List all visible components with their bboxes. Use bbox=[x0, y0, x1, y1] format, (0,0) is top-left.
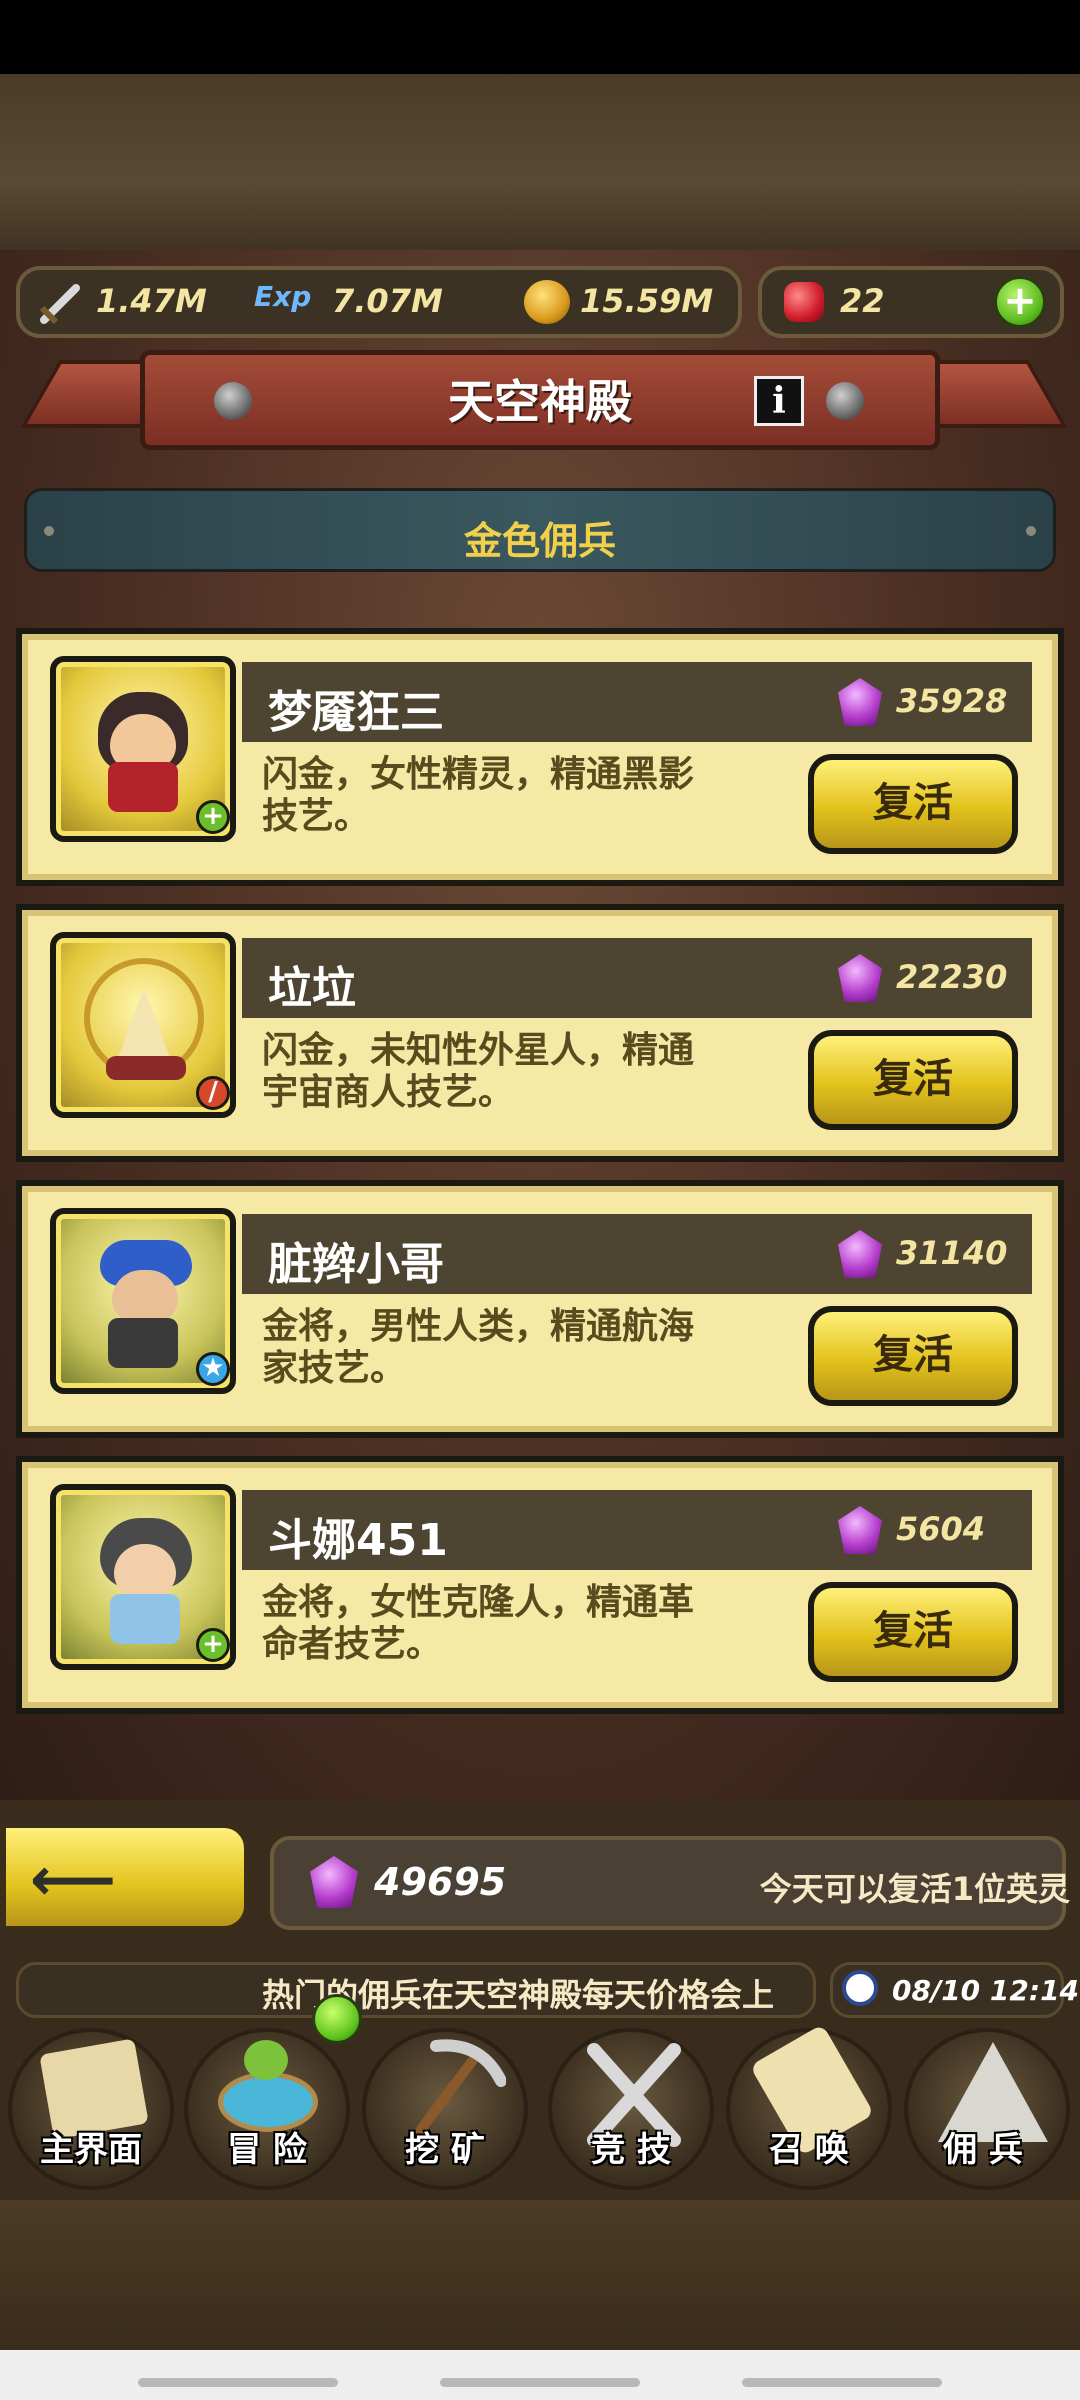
revive-button[interactable]: 复活 bbox=[808, 1306, 1018, 1406]
mercenary-name: 梦魇狂三 bbox=[268, 687, 444, 738]
mercenary-description: 闪金，未知性外星人，精通 宇宙商人技艺。 bbox=[262, 1030, 782, 1114]
description-line: 技艺。 bbox=[262, 796, 371, 837]
description-line: 宇宙商人技艺。 bbox=[262, 1072, 515, 1113]
mercenary-card: / 垃垃 22230 闪金，未知性外星人，精通 宇宙商人技艺。 复活 bbox=[16, 904, 1064, 1162]
banner-bolt-right bbox=[826, 382, 864, 420]
mercenary-name: 垃垃 bbox=[268, 963, 356, 1014]
add-ruby-button[interactable]: + bbox=[994, 276, 1046, 328]
tab-label: 竞 技 bbox=[591, 2130, 671, 2170]
clock-time: 08/10 12:14 bbox=[892, 1974, 1080, 2007]
description-line: 闪金，女性精灵，精通黑影 bbox=[262, 754, 695, 795]
nav-recents-pill[interactable] bbox=[742, 2378, 942, 2387]
sword-badge-icon: / bbox=[196, 1076, 230, 1110]
description-line: 金将，男性人类，精通航海 bbox=[262, 1306, 695, 1347]
star-badge-icon: ★ bbox=[196, 1352, 230, 1386]
clock-icon bbox=[842, 1970, 878, 2006]
sword-icon bbox=[39, 284, 80, 325]
exp-icon: Exp bbox=[254, 280, 312, 313]
ruby-icon bbox=[784, 282, 824, 322]
description-line: 家技艺。 bbox=[262, 1348, 407, 1389]
back-arrow-icon: ⟵ bbox=[30, 1845, 117, 1915]
mercenary-price: 22230 bbox=[896, 958, 1008, 996]
character-body bbox=[108, 1318, 178, 1368]
attack-value: 1.47M bbox=[96, 282, 207, 320]
tab-label: 冒 险 bbox=[227, 2130, 307, 2170]
palm-leaves bbox=[244, 2040, 288, 2080]
tab-label: 主界面 bbox=[40, 2130, 142, 2170]
revive-button[interactable]: 复活 bbox=[808, 754, 1018, 854]
revive-button[interactable]: 复活 bbox=[808, 1582, 1018, 1682]
bottom-background bbox=[0, 2200, 1080, 2350]
gold-coin-icon bbox=[524, 280, 570, 324]
description-line: 命者技艺。 bbox=[262, 1624, 443, 1665]
character-body bbox=[108, 762, 178, 812]
category-bar-dot-right bbox=[1026, 526, 1036, 536]
status-bar bbox=[0, 0, 1080, 74]
character-face bbox=[112, 1270, 178, 1322]
character-base bbox=[106, 1056, 186, 1080]
mercenary-description: 金将，男性人类，精通航海 家技艺。 bbox=[262, 1306, 782, 1390]
daily-revive-note: 今天可以复活1位英灵 bbox=[759, 1870, 1070, 1908]
tab-label: 召 唤 bbox=[769, 2130, 849, 2170]
ruby-value: 22 bbox=[840, 282, 885, 320]
mercenary-card: + 梦魇狂三 35928 闪金，女性精灵，精通黑影 技艺。 复活 bbox=[16, 628, 1064, 886]
plus-badge-icon: + bbox=[196, 800, 230, 834]
mercenary-price: 5604 bbox=[896, 1510, 986, 1548]
tab-label: 佣 兵 bbox=[943, 2130, 1023, 2170]
description-line: 金将，女性克隆人，精通革 bbox=[262, 1582, 695, 1623]
banner-bolt-left bbox=[214, 382, 252, 420]
plus-badge-icon: + bbox=[196, 1628, 230, 1662]
gold-value: 15.59M bbox=[580, 282, 714, 320]
mercenary-description: 金将，女性克隆人，精通革 命者技艺。 bbox=[262, 1582, 782, 1666]
nav-back-pill[interactable] bbox=[138, 2378, 338, 2387]
mercenary-card: + 斗娜451 5604 金将，女性克隆人，精通革 命者技艺。 复活 bbox=[16, 1456, 1064, 1714]
nav-home-pill[interactable] bbox=[440, 2378, 640, 2387]
mercenary-name: 斗娜451 bbox=[268, 1515, 448, 1566]
top-background bbox=[0, 74, 1080, 254]
mercenary-price: 31140 bbox=[896, 1234, 1008, 1272]
mercenary-description: 闪金，女性精灵，精通黑影 技艺。 bbox=[262, 754, 782, 838]
character-body bbox=[110, 1594, 180, 1644]
category-title: 金色佣兵 bbox=[463, 519, 616, 563]
character-face bbox=[114, 1544, 176, 1596]
tab-label: 挖 矿 bbox=[405, 2130, 485, 2170]
description-line: 闪金，未知性外星人，精通 bbox=[262, 1030, 695, 1071]
page-title: 天空神殿 bbox=[448, 375, 632, 429]
notification-dot bbox=[312, 1994, 362, 2044]
system-navigation-bar bbox=[0, 2350, 1080, 2400]
mercenary-price: 35928 bbox=[896, 682, 1008, 720]
exp-value: 7.07M bbox=[332, 282, 443, 320]
mercenary-name: 脏辫小哥 bbox=[268, 1239, 444, 1290]
revive-button[interactable]: 复活 bbox=[808, 1030, 1018, 1130]
mercenary-card: ★ 脏辫小哥 31140 金将，男性人类，精通航海 家技艺。 复活 bbox=[16, 1180, 1064, 1438]
info-button[interactable]: i bbox=[754, 376, 804, 426]
category-bar-dot-left bbox=[44, 526, 54, 536]
gem-balance: 49695 bbox=[374, 1860, 507, 1904]
